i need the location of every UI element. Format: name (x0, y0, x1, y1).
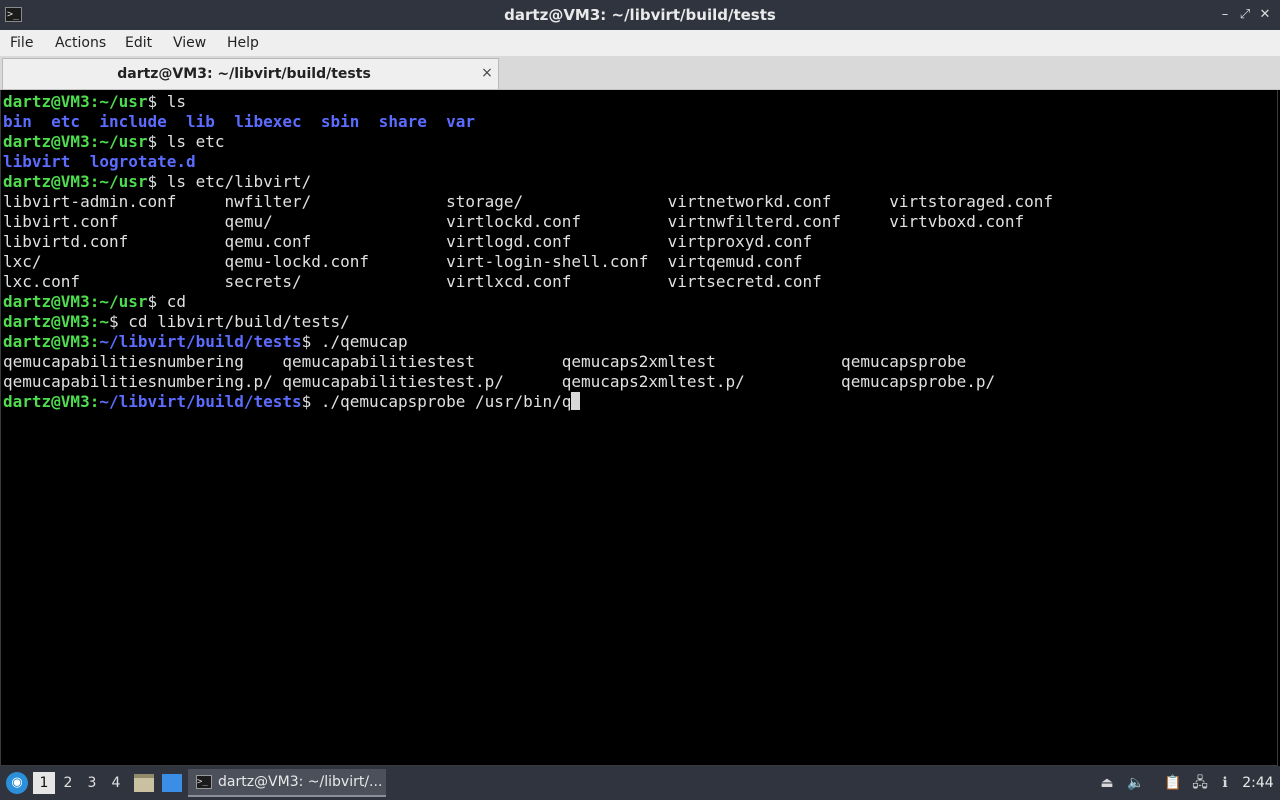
terminal-icon: >_ (196, 775, 212, 789)
notification-icon[interactable]: ℹ (1216, 773, 1234, 793)
workspace-3[interactable]: 3 (81, 772, 103, 794)
terminal-line: qemucapabilitiesnumbering qemucapabiliti… (3, 352, 1053, 372)
upload-icon[interactable]: ⏏ (1098, 773, 1116, 793)
directory-text: bin etc include lib libexec sbin share v… (3, 112, 476, 131)
terminal-output: dartz@VM3:~/usr$ ls bin etc include lib l… (3, 92, 1053, 412)
output-text: libvirtd.conf qemu.conf virtlogd.conf vi… (3, 232, 813, 251)
terminal-line: dartz@VM3:~/libvirt/build/tests$ ./qemuc… (3, 332, 1053, 352)
clipboard-icon[interactable]: 📋 (1164, 773, 1182, 793)
menu-actions[interactable]: Actions (55, 30, 106, 56)
output-text: lxc/ qemu-lockd.conf virt-login-shell.co… (3, 252, 803, 271)
output-text: $ ls (147, 92, 187, 111)
close-button[interactable]: ✕ (1257, 7, 1273, 23)
start-menu-icon[interactable]: ◉ (6, 772, 28, 794)
menu-help[interactable]: Help (227, 30, 259, 56)
maximize-button[interactable]: ⤢ (1237, 7, 1253, 23)
network-icon[interactable]: 🖧 (1191, 773, 1209, 793)
terminal-line: lxc/ qemu-lockd.conf virt-login-shell.co… (3, 252, 1053, 272)
directory-text: libvirt logrotate.d (3, 152, 196, 171)
tab-label: dartz@VM3: ~/libvirt/build/tests (117, 66, 371, 82)
terminal-line: lxc.conf secrets/ virtlxcd.conf virtsecr… (3, 272, 1053, 292)
menu-view[interactable]: View (173, 30, 206, 56)
menu-file[interactable]: File (10, 30, 33, 56)
file-manager-icon[interactable] (134, 774, 154, 792)
output-text: libvirt.conf qemu/ virtlockd.conf virtnw… (3, 212, 1025, 231)
tab-bar: dartz@VM3: ~/libvirt/build/tests × (0, 56, 1280, 90)
directory-text: ~/libvirt/build/tests (99, 332, 302, 351)
menu-edit[interactable]: Edit (125, 30, 152, 56)
output-text: $ ls etc (147, 132, 225, 151)
terminal-line: libvirt-admin.conf nwfilter/ storage/ vi… (3, 192, 1053, 212)
prompt-text: dartz@VM3:~/usr (3, 92, 148, 111)
prompt-text: dartz@VM3:~/usr (3, 132, 148, 151)
terminal-cursor (571, 392, 581, 410)
terminal-line: dartz@VM3:~/usr$ ls (3, 92, 1053, 112)
workspace-2[interactable]: 2 (57, 772, 79, 794)
tab-close-icon[interactable]: × (479, 64, 495, 82)
clock[interactable]: 2:44 (1238, 766, 1278, 800)
volume-icon[interactable]: 🔈 (1127, 773, 1145, 793)
output-text: $ cd libvirt/build/tests/ (108, 312, 350, 331)
terminal-view[interactable]: dartz@VM3:~/usr$ ls bin etc include lib l… (0, 90, 1278, 766)
output-text: qemucapabilitiesnumbering.p/ qemucapabil… (3, 372, 996, 391)
terminal-line: libvirtd.conf qemu.conf virtlogd.conf vi… (3, 232, 1053, 252)
prompt-text: dartz@VM3: (3, 392, 100, 411)
terminal-line: qemucapabilitiesnumbering.p/ qemucapabil… (3, 372, 1053, 392)
workspace-4[interactable]: 4 (105, 772, 127, 794)
prompt-text: dartz@VM3: (3, 332, 100, 351)
terminal-line: dartz@VM3:~/libvirt/build/tests$ ./qemuc… (3, 392, 1053, 412)
minimize-button[interactable]: – (1217, 7, 1233, 23)
prompt-text: dartz@VM3:~ (3, 312, 109, 331)
output-text: qemucapabilitiesnumbering qemucapabiliti… (3, 352, 967, 371)
terminal-line: libvirt logrotate.d (3, 152, 1053, 172)
output-text: $ cd (147, 292, 187, 311)
task-label: dartz@VM3: ~/libvirt/... (218, 774, 383, 790)
window-titlebar[interactable]: >_ dartz@VM3: ~/libvirt/build/tests – ⤢ … (0, 0, 1280, 30)
output-text: libvirt-admin.conf nwfilter/ storage/ vi… (3, 192, 1053, 211)
terminal-line: dartz@VM3:~$ cd libvirt/build/tests/ (3, 312, 1053, 332)
prompt-text: dartz@VM3:~/usr (3, 172, 148, 191)
window-title: dartz@VM3: ~/libvirt/build/tests (504, 6, 776, 24)
terminal-tab[interactable]: dartz@VM3: ~/libvirt/build/tests × (2, 58, 499, 89)
terminal-line: dartz@VM3:~/usr$ ls etc/libvirt/ (3, 172, 1053, 192)
taskbar-task-terminal[interactable]: >_ dartz@VM3: ~/libvirt/... (188, 769, 386, 797)
show-desktop-icon[interactable] (162, 774, 182, 792)
terminal-line: dartz@VM3:~/usr$ ls etc (3, 132, 1053, 152)
workspace-1[interactable]: 1 (33, 772, 55, 794)
output-text: lxc.conf secrets/ virtlxcd.conf virtsecr… (3, 272, 822, 291)
terminal-line: bin etc include lib libexec sbin share v… (3, 112, 1053, 132)
terminal-line: libvirt.conf qemu/ virtlockd.conf virtnw… (3, 212, 1053, 232)
directory-text: ~/libvirt/build/tests (99, 392, 302, 411)
output-text: $ ./qemucapsprobe /usr/bin/q (301, 392, 572, 411)
output-text: $ ls etc/libvirt/ (147, 172, 312, 191)
menubar: File Actions Edit View Help (0, 30, 1280, 56)
terminal-line: dartz@VM3:~/usr$ cd (3, 292, 1053, 312)
prompt-text: dartz@VM3:~/usr (3, 292, 148, 311)
output-text: $ ./qemucap (301, 332, 408, 351)
taskbar: ◉ 1 2 3 4 >_ dartz@VM3: ~/libvirt/... ⏏ … (0, 766, 1280, 800)
